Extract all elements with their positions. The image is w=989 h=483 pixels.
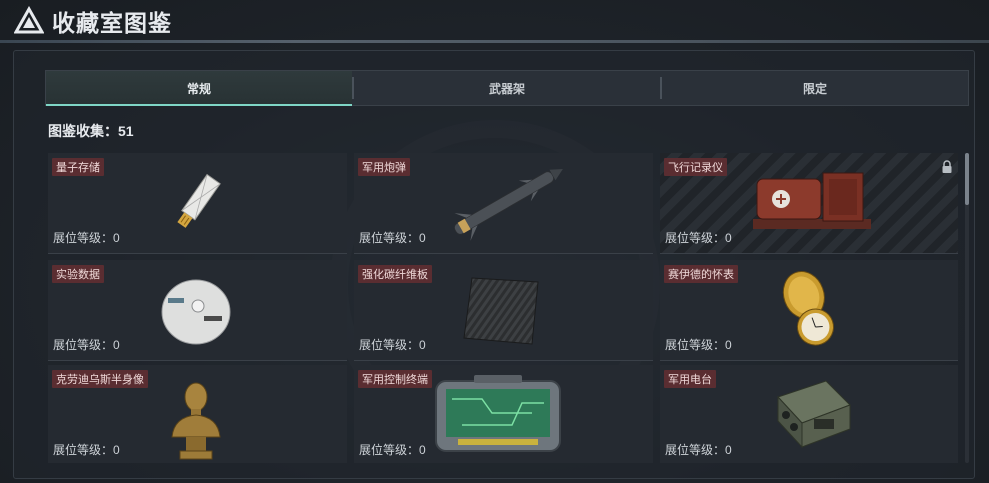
triangle-logo-icon xyxy=(14,6,44,34)
header-divider xyxy=(0,40,989,43)
item-card[interactable]: 实验数据 展位等级：0 xyxy=(48,260,347,361)
item-name: 军用电台 xyxy=(664,370,716,388)
display-level: 展位等级：0 xyxy=(53,443,120,457)
grid-scrollbar[interactable] xyxy=(965,153,969,463)
item-name: 飞行记录仪 xyxy=(664,158,727,176)
bronze-bust-icon xyxy=(171,382,221,460)
item-card[interactable]: 量子存储 展位等级：0 xyxy=(48,153,347,254)
data-disc-icon xyxy=(161,279,231,345)
item-card[interactable]: 军用控制终端 展位等级：0 xyxy=(354,365,653,463)
flight-recorder-icon xyxy=(753,172,871,229)
item-name: 赛伊德的怀表 xyxy=(664,265,738,283)
control-terminal-icon xyxy=(435,375,561,452)
item-card[interactable]: 飞行记录仪 展位等级：0 xyxy=(660,153,958,254)
military-radio-icon xyxy=(777,380,851,449)
missile-shell-icon xyxy=(453,169,563,241)
item-name: 实验数据 xyxy=(52,265,104,283)
item-card[interactable]: 强化碳纤维板 展位等级：0 xyxy=(354,260,653,361)
item-name: 克劳迪乌斯半身像 xyxy=(52,370,148,388)
tab-regular[interactable]: 常规 xyxy=(46,71,352,106)
page-title: 收藏室图鉴 xyxy=(52,10,172,36)
scrollbar-thumb[interactable] xyxy=(965,153,969,205)
item-card[interactable]: 克劳迪乌斯半身像 展位等级：0 xyxy=(48,365,347,463)
tab-limited[interactable]: 限定 xyxy=(662,71,968,105)
display-level: 展位等级：0 xyxy=(53,338,120,352)
display-level: 展位等级：0 xyxy=(665,231,732,245)
pocket-watch-icon xyxy=(782,271,834,346)
item-name: 军用控制终端 xyxy=(358,370,432,388)
collection-count: 图鉴收集：51 xyxy=(48,123,134,139)
tab-weapon-rack[interactable]: 武器架 xyxy=(354,71,660,105)
item-name: 军用炮弹 xyxy=(358,158,410,176)
item-card[interactable]: 军用电台 展位等级：0 xyxy=(660,365,958,463)
top-bar: 收藏室图鉴 xyxy=(0,0,989,42)
item-card[interactable]: 军用炮弹 展位等级：0 xyxy=(354,153,653,254)
display-level: 展位等级：0 xyxy=(359,443,426,457)
display-level: 展位等级：0 xyxy=(665,443,732,457)
display-level: 展位等级：0 xyxy=(359,231,426,245)
lock-icon xyxy=(942,160,952,173)
carbon-fiber-plate-icon xyxy=(463,277,539,345)
usb-drive-icon xyxy=(177,173,221,228)
item-name: 量子存储 xyxy=(52,158,104,176)
item-card[interactable]: 赛伊德的怀表 展位等级：0 xyxy=(660,260,958,361)
category-tabs: 常规 武器架 限定 xyxy=(45,70,969,106)
item-name: 强化碳纤维板 xyxy=(358,265,432,283)
item-grid: 量子存储 展位等级：0 军用炮弹 展位等级：0 飞行记录仪 展位等级：0 实验数… xyxy=(48,153,958,463)
display-level: 展位等级：0 xyxy=(665,338,732,352)
display-level: 展位等级：0 xyxy=(53,231,120,245)
display-level: 展位等级：0 xyxy=(359,338,426,352)
